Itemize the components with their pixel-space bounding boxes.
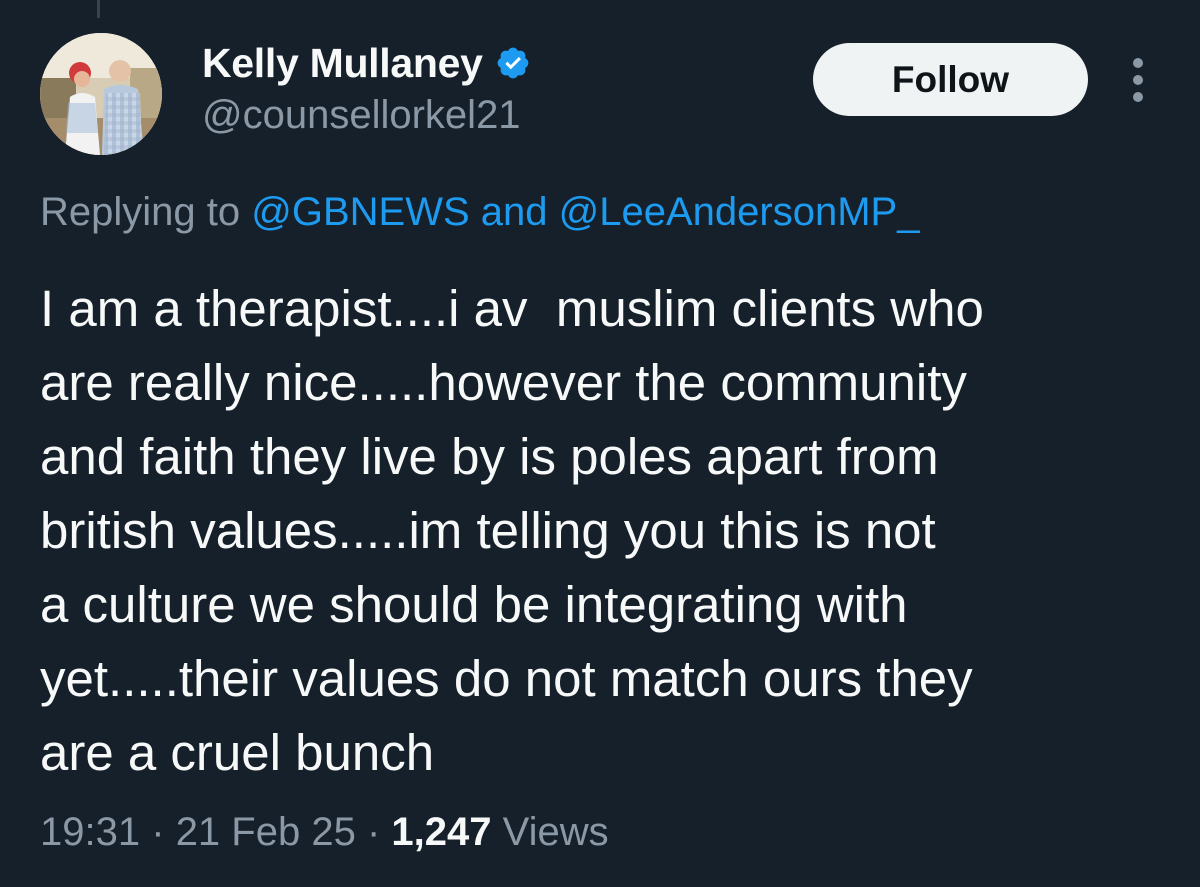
mention-gbnews[interactable]: @GBNEWS	[251, 190, 469, 234]
tweet-text: I am a therapist....i av muslim clients …	[40, 272, 1160, 790]
tweet-time[interactable]: 19:31	[40, 810, 140, 854]
replying-to-label: Replying to	[40, 190, 241, 234]
meta-separator: ·	[366, 810, 381, 854]
views-label[interactable]: Views	[503, 810, 609, 854]
avatar-photo	[40, 33, 162, 155]
mention-leeandersonmp[interactable]: @LeeAndersonMP_	[559, 190, 920, 234]
tweet-text-line: I am a therapist....i av muslim clients …	[40, 280, 984, 337]
tweet-text-line: are a cruel bunch	[40, 724, 435, 781]
more-dot	[1133, 75, 1143, 85]
author-handle[interactable]: @counsellorkel21	[202, 93, 521, 138]
thread-connector-line	[97, 0, 100, 18]
verified-badge-icon[interactable]	[495, 45, 531, 81]
display-name[interactable]: Kelly Mullaney	[202, 40, 483, 87]
views-count[interactable]: 1,247	[391, 810, 491, 854]
avatar[interactable]	[40, 33, 162, 155]
tweet-text-line: are really nice.....however the communit…	[40, 354, 967, 411]
tweet-date[interactable]: 21 Feb 25	[176, 810, 356, 854]
tweet-text-line: british values.....im telling you this i…	[40, 502, 936, 559]
tweet-text-line: and faith they live by is poles apart fr…	[40, 428, 939, 485]
tweet-text-line: a culture we should be integrating with	[40, 576, 908, 633]
more-options-icon[interactable]	[1124, 58, 1152, 102]
follow-button[interactable]: Follow	[813, 43, 1088, 116]
tweet-meta: 19:31 · 21 Feb 25 · 1,247 Views	[40, 810, 609, 855]
replying-to: Replying to @GBNEWS and @LeeAndersonMP_	[40, 190, 919, 235]
mention-joiner[interactable]: and	[481, 190, 548, 234]
tweet-text-line: yet.....their values do not match ours t…	[40, 650, 973, 707]
author-name-row: Kelly Mullaney	[202, 38, 531, 88]
more-dot	[1133, 92, 1143, 102]
more-dot	[1133, 58, 1143, 68]
meta-separator: ·	[151, 810, 165, 854]
